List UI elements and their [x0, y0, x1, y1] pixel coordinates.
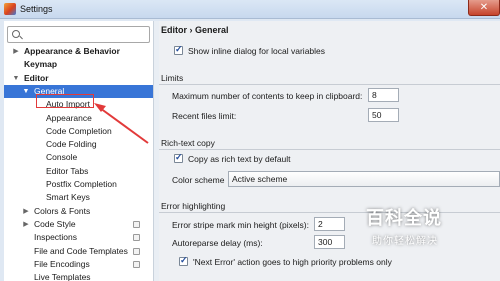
rich-text-checkbox[interactable] [174, 152, 183, 163]
rich-text-divider [159, 149, 500, 150]
tree-item-label: Code Folding [46, 139, 97, 150]
collapsed-arrow-icon[interactable]: ▶ [22, 218, 30, 231]
tree-item[interactable]: ▶ Colors & Fonts [4, 205, 153, 218]
tree-item[interactable]: ▶ Appearance & Behavior [4, 45, 153, 58]
clipboard-limit-input[interactable]: 8 [368, 88, 399, 102]
breadcrumb: Editor › General [161, 25, 229, 35]
limits-divider [159, 84, 500, 85]
color-scheme-select[interactable]: Active scheme [228, 171, 500, 187]
watermark-subtitle: 助你轻松解决 [372, 236, 438, 247]
tree-item-label: Postfix Completion [46, 179, 117, 189]
expanded-arrow-icon[interactable]: ▼ [22, 85, 30, 98]
project-settings-icon [133, 260, 140, 268]
project-settings-icon [133, 247, 140, 255]
tree-item-label: File Encodings [34, 258, 90, 269]
search-input[interactable] [24, 28, 144, 41]
autoreparse-input[interactable]: 300 [314, 235, 345, 249]
tree-item-label: Keymap [24, 59, 58, 70]
tree-item[interactable]: Console [4, 151, 153, 164]
tree-item[interactable]: Smart Keys [4, 191, 153, 204]
project-settings-icon [133, 220, 140, 228]
tree-item-label: Console [46, 152, 78, 163]
tree-item[interactable]: Appearance [4, 112, 153, 125]
rich-text-header: Rich-text copy [161, 138, 215, 148]
tree-item-label: Appearance & Behavior [24, 46, 120, 56]
stripe-height-label: Error stripe mark min height (pixels): [172, 220, 309, 230]
tree-item-label: Inspections [34, 232, 77, 243]
tree-item[interactable]: Editor Tabs [4, 165, 153, 178]
tree-item[interactable]: File and Code Templates [4, 245, 153, 258]
tree-item[interactable]: Code Folding [4, 138, 153, 151]
watermark: 百科全说 助你轻松解决 [366, 204, 466, 252]
error-highlighting-header: Error highlighting [161, 201, 226, 211]
limits-header: Limits [161, 73, 184, 83]
next-error-checkbox[interactable] [179, 255, 188, 266]
search-box[interactable] [7, 26, 150, 43]
tree-item-label: Code Style [34, 218, 76, 229]
tree-item[interactable]: File Encodings [4, 258, 153, 271]
tree-item-label: Appearance [46, 112, 92, 123]
tree-item-label: Editor [24, 72, 49, 83]
tree-item-label: Editor Tabs [46, 165, 89, 176]
project-settings-icon [133, 234, 140, 242]
tree-item-label: Smart Keys [46, 192, 90, 203]
inline-dialog-checkbox[interactable] [174, 44, 183, 55]
expanded-arrow-icon[interactable]: ▼ [12, 72, 20, 85]
color-scheme-label: Color scheme [172, 175, 225, 185]
watermark-title: 百科全说 [366, 208, 442, 228]
stripe-height-input[interactable]: 2 [314, 217, 345, 231]
tree-item[interactable]: Code Completion [4, 125, 153, 138]
next-error-label: 'Next Error' action goes to high priorit… [193, 257, 392, 267]
title-bar: Settings ✕ [0, 0, 500, 19]
rich-text-label: Copy as rich text by default [188, 154, 291, 164]
tree-item[interactable]: Inspections [4, 231, 153, 244]
annotation-highlight-box [36, 94, 94, 108]
tree-item[interactable]: Live Templates [4, 271, 153, 281]
recent-files-input[interactable]: 50 [368, 108, 399, 122]
window-title: Settings [20, 4, 53, 14]
clipboard-label: Maximum number of contents to keep in cl… [172, 91, 363, 101]
collapsed-arrow-icon[interactable]: ▶ [22, 205, 30, 218]
tree-item[interactable]: ▶ Code Style [4, 218, 153, 231]
settings-sidebar: ▶ Appearance & Behavior Keymap ▼ Editor ▼ Gene… [4, 21, 153, 281]
app-icon [4, 3, 16, 15]
tree-item[interactable]: Postfix Completion [4, 178, 153, 191]
tree-item[interactable]: ▼ Editor [4, 72, 153, 85]
recent-files-label: Recent files limit: [172, 111, 237, 121]
tree-item[interactable]: Keymap [4, 58, 153, 71]
close-button[interactable]: ✕ [468, 0, 500, 16]
inline-dialog-label: Show inline dialog for local variables [188, 46, 326, 56]
tree-item-label: Code Completion [46, 125, 112, 136]
search-icon [12, 30, 20, 38]
collapsed-arrow-icon[interactable]: ▶ [12, 45, 20, 58]
autoreparse-label: Autoreparse delay (ms): [172, 238, 263, 248]
tree-item-label: Colors & Fonts [34, 205, 91, 216]
tree-item-label: File and Code Templates [34, 245, 128, 256]
tree-item-label: Live Templates [34, 272, 91, 281]
